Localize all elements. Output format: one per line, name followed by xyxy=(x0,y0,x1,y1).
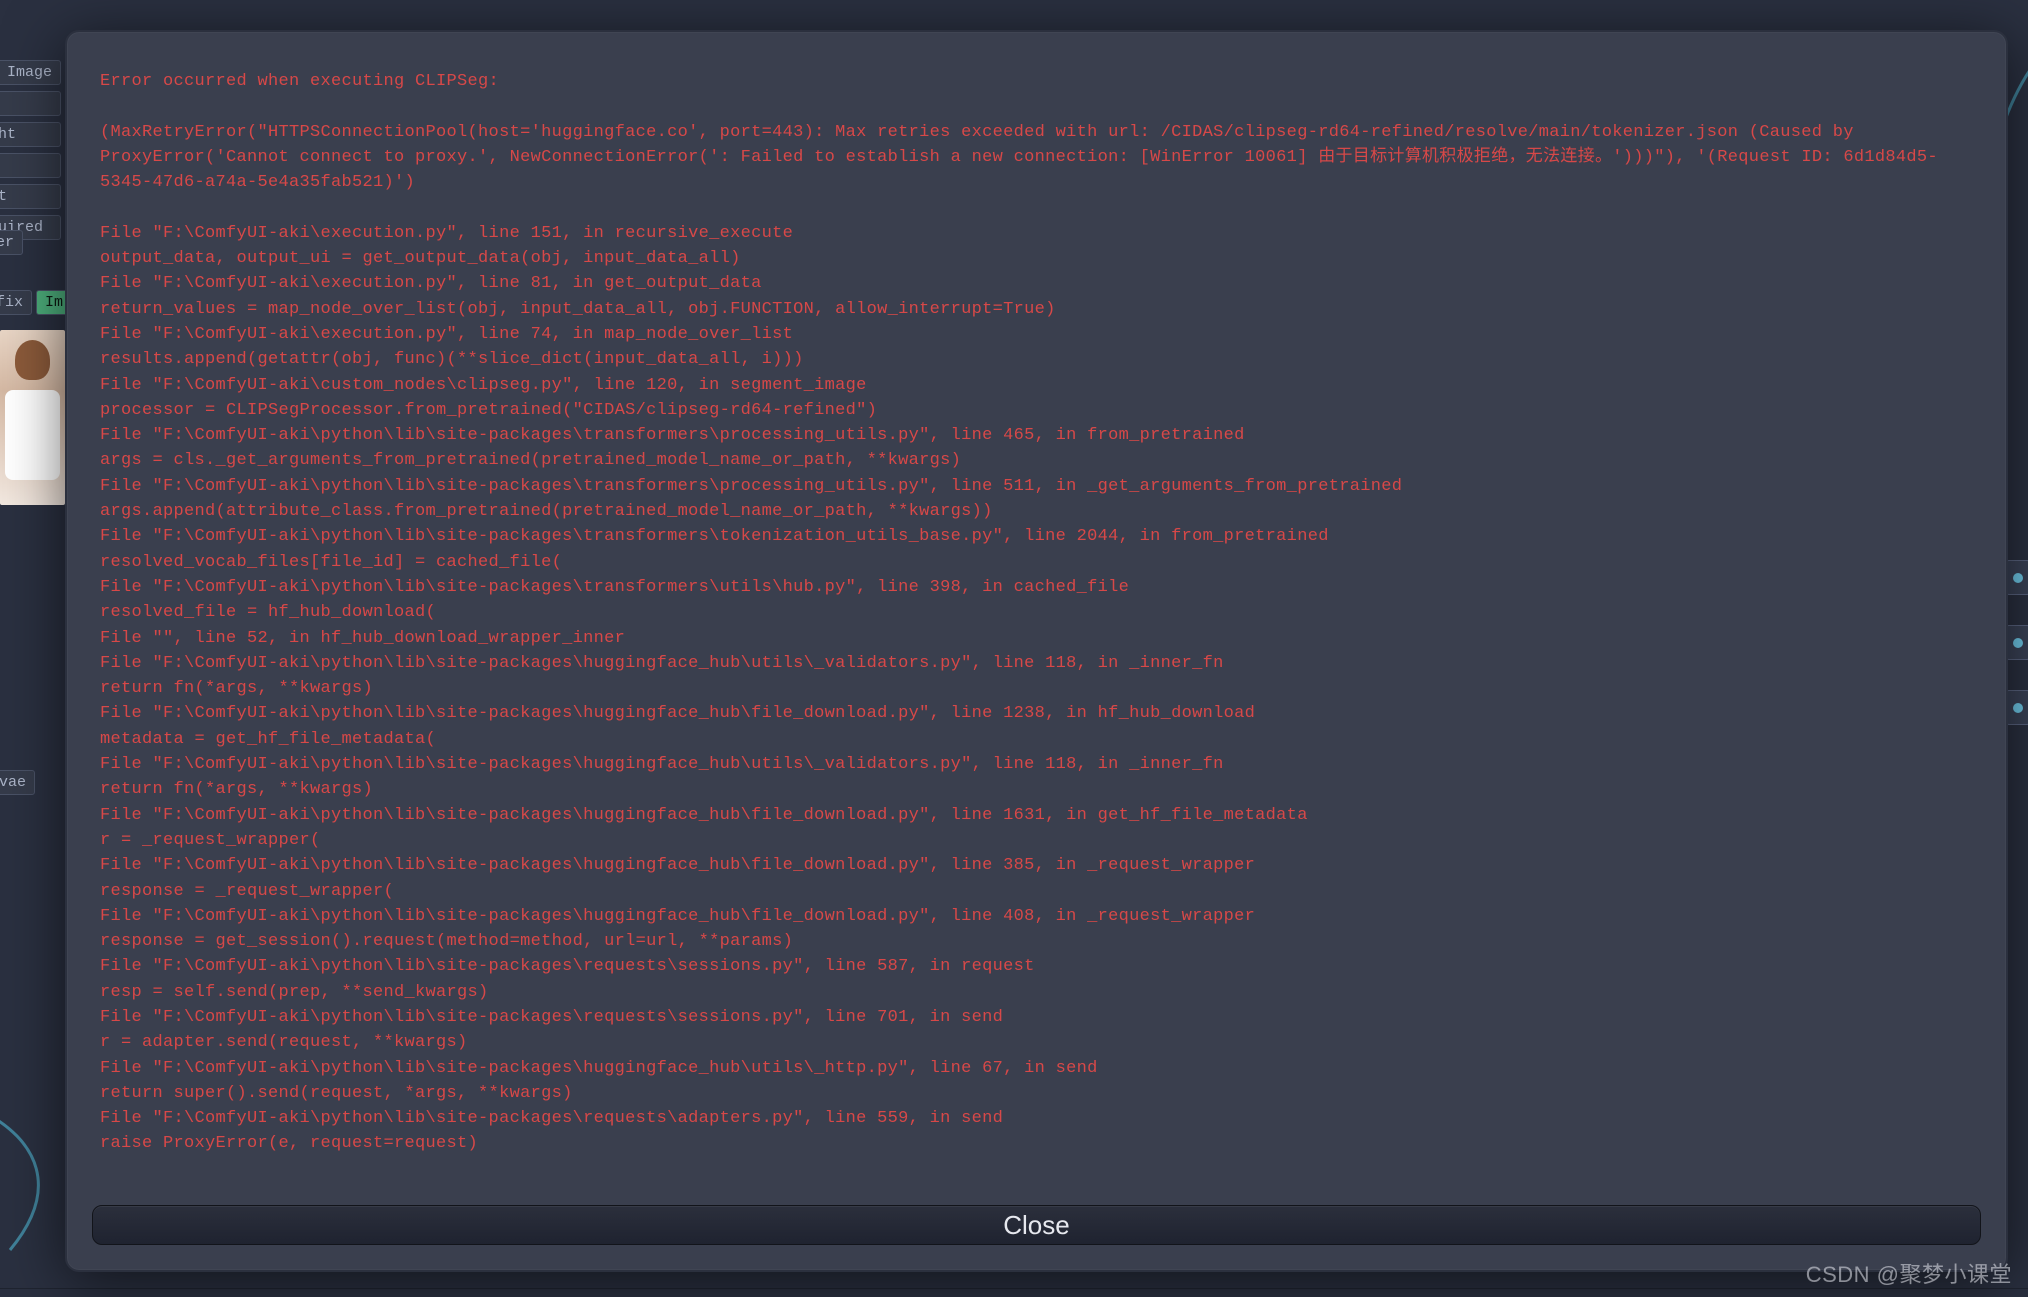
node-render[interactable]: ender xyxy=(0,230,23,255)
node-pill[interactable]: h xyxy=(0,153,61,178)
dot-icon xyxy=(2013,638,2023,648)
error-traceback: Error occurred when executing CLIPSeg: (… xyxy=(92,57,1981,1193)
dot-icon xyxy=(2013,703,2023,713)
close-button[interactable]: Close xyxy=(92,1205,1981,1245)
node-pill[interactable]: ht xyxy=(0,184,61,209)
node-pill[interactable]: ght xyxy=(0,122,61,147)
dot-icon xyxy=(2013,573,2023,583)
node-prefix[interactable]: prefix xyxy=(0,290,32,315)
error-modal: Error occurred when executing CLIPSeg: (… xyxy=(65,30,2008,1272)
preview-thumbnail[interactable] xyxy=(0,330,65,505)
watermark: CSDN @聚梦小课堂 xyxy=(1806,1257,2012,1289)
node-header-image[interactable]: n Image xyxy=(0,60,61,85)
node-pill[interactable]: h xyxy=(0,91,61,116)
node-vae[interactable]: vae xyxy=(0,770,35,795)
